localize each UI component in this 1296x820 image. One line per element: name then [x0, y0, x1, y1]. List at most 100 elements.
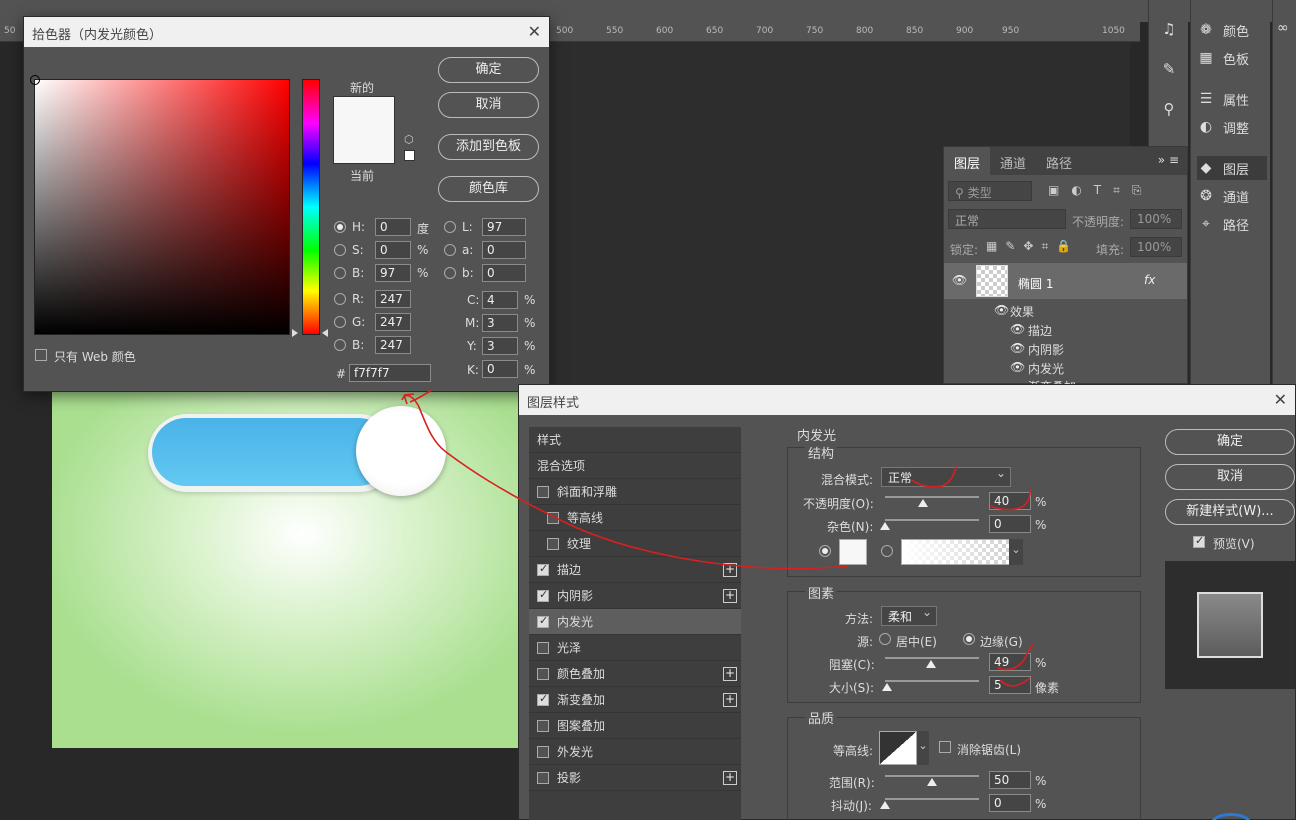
creative-cloud-icon[interactable]: ∞ [1277, 20, 1289, 36]
s-input[interactable]: 0 [375, 241, 411, 259]
center-radio[interactable] [879, 633, 891, 645]
edge-radio[interactable] [963, 633, 975, 645]
effect-item[interactable]: 内阴影 [1028, 341, 1064, 358]
style-checkbox[interactable] [547, 538, 559, 550]
style-sidebar-item[interactable]: 纹理 [529, 531, 741, 557]
style-sidebar-item[interactable]: 内发光 [529, 609, 741, 635]
size-slider-thumb[interactable] [881, 683, 892, 691]
choke-input[interactable]: 49 [989, 653, 1031, 671]
glow-color-swatch[interactable] [839, 539, 867, 565]
a-input[interactable]: 0 [482, 241, 526, 259]
add-effect-icon[interactable]: + [723, 588, 737, 603]
hue-slider-left-arrow[interactable] [292, 329, 298, 337]
lab-b-radio[interactable] [444, 267, 456, 279]
ok-button[interactable]: 确定 [438, 57, 539, 83]
eye-icon[interactable]: 👁 [952, 273, 967, 287]
add-effect-icon[interactable]: + [723, 666, 737, 681]
style-sidebar-item[interactable]: 光泽 [529, 635, 741, 661]
choke-slider-thumb[interactable] [926, 660, 937, 668]
style-sidebar-item[interactable]: 样式 [529, 427, 741, 453]
h-input[interactable]: 0 [375, 218, 411, 236]
add-effect-icon[interactable]: + [723, 562, 737, 577]
panel-properties[interactable]: ☰ 属性 [1197, 87, 1249, 111]
eye-icon[interactable]: 👁 [1010, 360, 1025, 374]
opacity-slider-thumb[interactable] [917, 499, 928, 507]
blue-input[interactable]: 247 [375, 336, 411, 354]
panel-channels[interactable]: ❂ 通道 [1197, 184, 1249, 208]
style-sidebar-item[interactable]: 渐变叠加 + [529, 687, 741, 713]
style-sidebar-item[interactable]: 颜色叠加 + [529, 661, 741, 687]
style-sidebar-item[interactable]: 投影 + [529, 765, 741, 791]
lab-b-input[interactable]: 0 [482, 264, 526, 282]
chevron-down-icon[interactable]: ⌄ [1009, 539, 1023, 565]
preview-checkbox[interactable] [1193, 534, 1205, 548]
opacity-slider[interactable] [885, 496, 979, 498]
gradient-swatch[interactable] [901, 539, 1023, 565]
l-input[interactable]: 97 [482, 218, 526, 236]
jitter-slider[interactable] [885, 798, 979, 800]
r-radio[interactable] [334, 293, 346, 305]
layer-fill-input[interactable]: 100% [1130, 237, 1182, 257]
color-cursor[interactable] [30, 75, 40, 85]
filter-icons[interactable]: ▣◐T⌗⎘ [1048, 183, 1154, 198]
r-input[interactable]: 247 [375, 290, 411, 308]
hex-input[interactable]: f7f7f7 [349, 364, 431, 382]
style-sidebar-item[interactable]: 斜面和浮雕 [529, 479, 741, 505]
effect-item[interactable]: 内发光 [1028, 360, 1064, 377]
b-input[interactable]: 97 [375, 264, 411, 282]
tool-presets-icon[interactable]: ⚲ [1159, 100, 1179, 120]
panel-swatches[interactable]: ▦ 色板 [1197, 46, 1249, 70]
l-radio[interactable] [444, 221, 456, 233]
choke-slider[interactable] [885, 657, 979, 659]
m-input[interactable]: 3 [482, 314, 518, 332]
range-slider-thumb[interactable] [927, 778, 937, 786]
gradient-radio[interactable] [881, 545, 893, 557]
cancel-button[interactable]: 取消 [438, 92, 539, 118]
jitter-slider-thumb[interactable] [880, 801, 890, 809]
panel-menu-icon[interactable]: » ≡ [1150, 147, 1187, 175]
eye-icon[interactable]: 👁 [994, 303, 1009, 317]
panel-paths[interactable]: ⌖ 路径 [1197, 212, 1249, 236]
layer-name[interactable]: 椭圆 1 [1018, 275, 1053, 292]
g-radio[interactable] [334, 316, 346, 328]
style-checkbox[interactable] [537, 692, 549, 706]
style-checkbox[interactable] [537, 562, 549, 576]
brush-settings-icon[interactable]: ✎ [1159, 60, 1179, 80]
saturation-brightness-field[interactable] [30, 75, 290, 335]
size-input[interactable]: 5 [989, 676, 1031, 694]
jitter-input[interactable]: 0 [989, 794, 1031, 812]
style-checkbox[interactable] [537, 772, 549, 784]
b-radio[interactable] [334, 267, 346, 279]
style-checkbox[interactable] [537, 614, 549, 628]
style-sidebar-item[interactable]: 内阴影 + [529, 583, 741, 609]
style-checkbox[interactable] [537, 588, 549, 602]
chevron-down-icon[interactable]: ⌄ [917, 731, 929, 765]
web-colors-checkbox[interactable] [35, 349, 47, 361]
lock-icons[interactable]: ▦✎✥⌗🔒 [986, 239, 1079, 254]
close-icon[interactable]: ✕ [528, 22, 541, 41]
history-icon[interactable]: ♫ [1159, 20, 1179, 40]
contour-preview[interactable] [879, 731, 917, 765]
style-checkbox[interactable] [547, 512, 559, 524]
layer-blend-mode[interactable]: 正常 [948, 209, 1066, 229]
add-effect-icon[interactable]: + [723, 692, 737, 707]
style-checkbox[interactable] [537, 668, 549, 680]
hue-slider[interactable] [302, 79, 320, 335]
size-slider[interactable] [885, 680, 979, 682]
range-slider[interactable] [885, 775, 979, 777]
panel-adjustments[interactable]: ◐ 调整 [1197, 115, 1249, 139]
style-sidebar-item[interactable]: 图案叠加 [529, 713, 741, 739]
opacity-input[interactable]: 40 [989, 492, 1031, 510]
antialias-checkbox[interactable] [939, 741, 951, 753]
layer-filter-select[interactable]: ⚲ 类型 [948, 181, 1032, 201]
panel-layers[interactable]: ◆ 图层 [1197, 156, 1267, 180]
noise-slider[interactable] [885, 519, 979, 521]
ok-button[interactable]: 确定 [1165, 429, 1295, 455]
add-effect-icon[interactable]: + [723, 770, 737, 785]
k-input[interactable]: 0 [482, 360, 518, 378]
add-to-swatches-button[interactable]: 添加到色板 [438, 134, 539, 160]
s-radio[interactable] [334, 244, 346, 256]
style-checkbox[interactable] [537, 746, 549, 758]
style-sidebar-item[interactable]: 外发光 [529, 739, 741, 765]
style-checkbox[interactable] [537, 642, 549, 654]
